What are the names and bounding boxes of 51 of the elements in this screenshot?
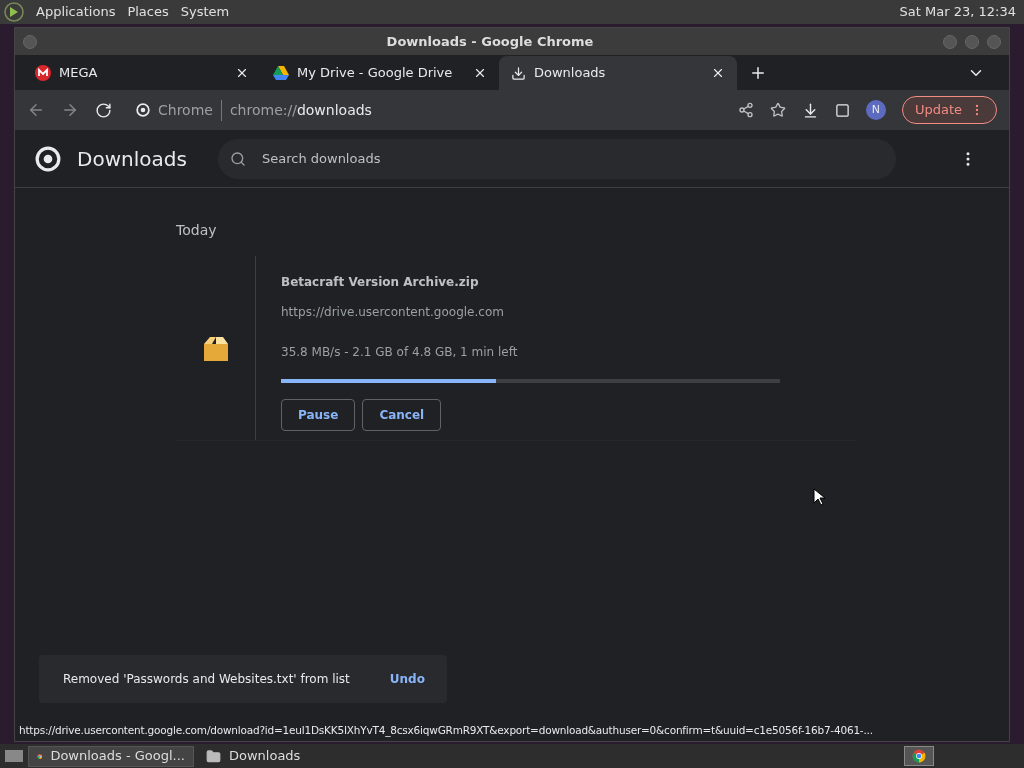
site-label: Chrome [158,99,222,121]
tab-title: Downloads [534,64,607,83]
tab-title: My Drive - Google Drive [297,64,454,83]
close-icon[interactable] [473,66,487,80]
star-icon[interactable] [769,102,786,118]
download-status: 35.8 MB/s - 2.1 GB of 4.8 GB, 1 min left [281,344,519,361]
forward-icon[interactable] [61,101,79,119]
close-icon[interactable] [235,66,249,80]
play-logo-icon [4,2,24,22]
panel-menu[interactable]: Places [127,2,169,22]
url-text: chrome://downloads [229,100,372,120]
file-name[interactable]: Betacraft Version Archive.zip [281,273,780,291]
address-bar[interactable]: Chrome chrome://downloads [128,94,722,126]
tab-title: MEGA [59,64,99,83]
back-icon[interactable] [27,101,45,119]
share-icon[interactable] [737,102,754,118]
reload-icon[interactable] [95,101,112,119]
folder-icon [206,748,221,764]
taskbar-label: Downloads - Googl... [50,747,185,766]
desktop-icon[interactable] [4,748,24,764]
update-label: Update [914,101,962,120]
mouse-cursor-icon [813,488,825,506]
section-heading: Today [176,222,217,238]
action-button[interactable]: Pause [281,399,356,431]
status-url: https://drive.usercontent.google.com/download?id=1eul1DsKK5IXhYvT4_8csx6iqwGRmR9XT&export=download&authuser=0&confirm=t&uuid=c1e5056f-16b7-4061-... [19,724,873,736]
taskbar-label: Downloads [229,747,301,766]
panel-menu[interactable]: System [180,2,230,22]
side-panel-icon[interactable] [834,102,850,118]
browser-tab[interactable]: My Drive - Google Drive [261,56,499,90]
source-url[interactable]: https://drive.usercontent.google.com [281,303,780,321]
browser-tab[interactable]: Downloads [499,56,737,90]
taskbar-item[interactable]: Downloads [198,745,364,767]
taskbar-item[interactable]: Downloads - Googl... [28,745,194,767]
panel-menu[interactable]: Applications [36,2,116,22]
window-title: Downloads - Google Chrome [385,32,595,51]
toast-message: Removed 'Passwords and Websites.txt' from list [63,671,350,688]
browser-tab[interactable]: MEGA [23,56,261,90]
triangle-logo-icon [273,66,289,80]
box-icon [202,334,229,362]
tray-item[interactable] [904,746,934,766]
avatar[interactable]: N [865,100,886,120]
m-logo-icon [35,65,51,81]
action-button[interactable]: Cancel [362,399,442,431]
search-icon [230,150,246,167]
download-icon [511,65,526,81]
close-icon[interactable] [711,66,725,80]
undo-link[interactable]: Undo [389,670,425,688]
update-button[interactable]: Update [901,96,997,124]
clock: Sat Mar 23, 12:34 [899,3,1017,22]
search-field[interactable]: Search downloads [218,138,896,179]
page-title: Downloads [77,145,188,173]
